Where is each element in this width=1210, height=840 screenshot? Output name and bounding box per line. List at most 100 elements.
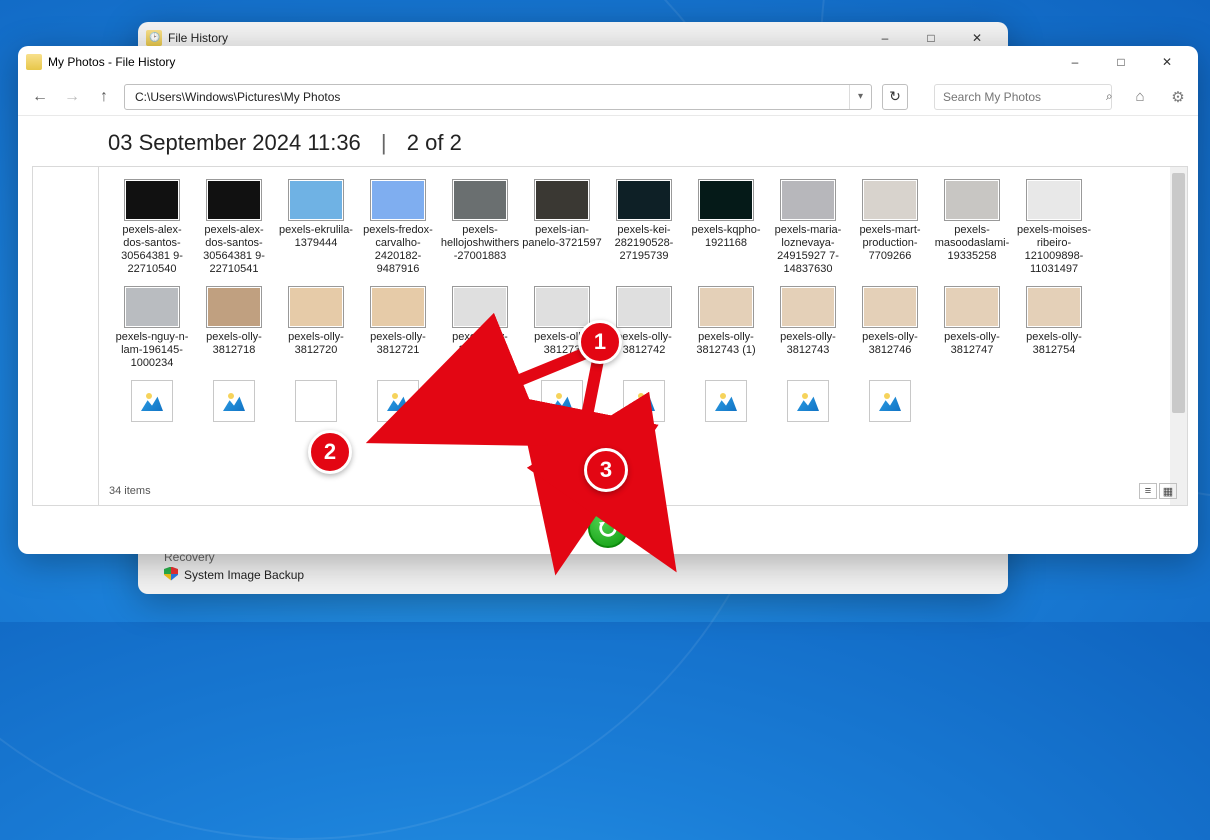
image-file-icon (377, 380, 419, 422)
file-item[interactable] (849, 378, 931, 426)
forward-button[interactable]: → (60, 85, 84, 109)
file-item[interactable] (603, 378, 685, 426)
scroll-thumb[interactable] (1172, 173, 1185, 413)
file-item[interactable]: pexels-olly-3812720 (275, 284, 357, 374)
file-name: pexels-olly-3812743 (768, 331, 848, 357)
file-item[interactable]: pexels-alex-dos-santos-30564381 9-227105… (193, 177, 275, 280)
thumbnail (534, 179, 590, 221)
file-item[interactable] (439, 378, 521, 426)
file-item[interactable]: pexels-masoodaslami-19335258 (931, 177, 1013, 280)
file-item[interactable]: pexels-olly-3812731 (439, 284, 521, 374)
file-name: pexels-olly-3812747 (932, 331, 1012, 357)
page-info: 2 of 2 (407, 130, 462, 155)
thumbnail (780, 179, 836, 221)
file-item[interactable]: pexels-fredox-carvalho-2420182-9487916 (357, 177, 439, 280)
file-item[interactable]: pexels-olly-3812743 (767, 284, 849, 374)
shield-icon (164, 567, 178, 581)
front-window-title: My Photos - File History (48, 55, 175, 69)
next-version-button[interactable] (630, 516, 670, 540)
file-name: pexels-maria-loznevaya-24915927 7-148376… (768, 224, 848, 276)
thumbnail (370, 179, 426, 221)
file-history-folder-window: My Photos - File History – □ ✕ ← → ↑ ▾ ↻… (18, 46, 1198, 554)
file-item[interactable] (767, 378, 849, 426)
file-item[interactable]: pexels-kei-282190528-27195739 (603, 177, 685, 280)
file-item[interactable]: pexels-kqpho-1921168 (685, 177, 767, 280)
image-file-icon (869, 380, 911, 422)
file-pane[interactable]: pexels-alex-dos-santos-30564381 9-227105… (98, 166, 1188, 506)
file-item[interactable]: pexels-mart-production-7709266 (849, 177, 931, 280)
image-file-icon (541, 380, 583, 422)
file-name: pexels-olly-3812754 (1014, 331, 1094, 357)
file-item[interactable]: pexels-olly-3812743 (1) (685, 284, 767, 374)
up-button[interactable]: ↑ (92, 85, 116, 109)
file-item[interactable] (275, 378, 357, 426)
thumbnail (944, 179, 1000, 221)
folder-icon (26, 54, 42, 70)
file-name: pexels-kei-282190528-27195739 (604, 224, 684, 263)
address-input[interactable] (125, 85, 849, 109)
file-item[interactable]: pexels-olly-3812746 (849, 284, 931, 374)
timestamp: 03 September 2024 11:36 (108, 130, 361, 155)
file-item[interactable]: pexels-olly-3812718 (193, 284, 275, 374)
file-item[interactable]: pexels-alex-dos-santos-30564381 9-227105… (111, 177, 193, 280)
search-box[interactable]: ⌕ (934, 84, 1112, 110)
address-dropdown-icon[interactable]: ▾ (849, 85, 871, 109)
file-item[interactable]: pexels-olly-3812747 (931, 284, 1013, 374)
home-icon[interactable]: ⌂ (1130, 87, 1150, 107)
address-bar[interactable]: ▾ (124, 84, 872, 110)
file-name: pexels-olly-3812746 (850, 331, 930, 357)
back-window-title: File History (168, 31, 228, 45)
image-file-icon (705, 380, 747, 422)
previous-version-button[interactable] (546, 516, 586, 540)
toolbar: ← → ↑ ▾ ↻ ⌕ ⌂ ⚙ (18, 78, 1198, 116)
file-item[interactable]: pexels-hellojoshwithers-27001883 (439, 177, 521, 280)
file-name: pexels-olly-381273 (522, 331, 602, 357)
restore-button[interactable] (588, 508, 628, 548)
thumbnail (698, 179, 754, 221)
thumbnail (534, 286, 590, 328)
file-item[interactable] (521, 378, 603, 426)
file-name: pexels-alex-dos-santos-30564381 9-227105… (194, 224, 274, 276)
file-item[interactable]: pexels-olly-381273 (521, 284, 603, 374)
thumbnail (698, 286, 754, 328)
file-item[interactable] (111, 378, 193, 426)
file-item[interactable]: pexels-ekrulila-1379444 (275, 177, 357, 280)
file-item[interactable] (193, 378, 275, 426)
file-item[interactable]: pexels-moises-ribeiro-121009898-11031497 (1013, 177, 1095, 280)
sidebar-item-system-image-backup[interactable]: System Image Backup (164, 567, 996, 582)
file-item[interactable]: pexels-olly-3812754 (1013, 284, 1095, 374)
thumbnail (862, 179, 918, 221)
file-name: pexels-ekrulila-1379444 (276, 224, 356, 250)
file-item[interactable] (357, 378, 439, 426)
maximize-button[interactable]: □ (1098, 46, 1144, 78)
search-input[interactable] (935, 90, 1106, 104)
file-item[interactable]: pexels-olly-3812742 (603, 284, 685, 374)
gear-icon[interactable]: ⚙ (1168, 87, 1188, 107)
file-item[interactable]: pexels-maria-loznevaya-24915927 7-148376… (767, 177, 849, 280)
details-view-button[interactable]: ≡ (1139, 483, 1157, 499)
file-item[interactable]: pexels-olly-3812721 (357, 284, 439, 374)
file-name: pexels-olly-3812742 (604, 331, 684, 357)
file-name: pexels-alex-dos-santos-30564381 9-227105… (112, 224, 192, 276)
refresh-button[interactable]: ↻ (882, 84, 908, 110)
file-item[interactable]: pexels-ian-panelo-3721597 (521, 177, 603, 280)
file-name: pexels-mart-production-7709266 (850, 224, 930, 263)
back-button[interactable]: ← (28, 85, 52, 109)
file-name: pexels-nguy-n-lam-196145-1000234 (112, 331, 192, 370)
thumbnail (288, 286, 344, 328)
image-file-icon (131, 380, 173, 422)
file-item[interactable]: pexels-nguy-n-lam-196145-1000234 (111, 284, 193, 374)
file-name: pexels-masoodaslami-19335258 (932, 224, 1012, 263)
thumbnail (124, 179, 180, 221)
close-button[interactable]: ✕ (1144, 46, 1190, 78)
file-item[interactable] (685, 378, 767, 426)
thumbnail (616, 179, 672, 221)
thumbnail (452, 286, 508, 328)
image-file-icon (459, 380, 501, 422)
file-name: pexels-fredox-carvalho-2420182-9487916 (358, 224, 438, 276)
scrollbar[interactable] (1170, 167, 1187, 505)
thumbnails-view-button[interactable]: ▦ (1159, 483, 1177, 499)
minimize-button[interactable]: – (1052, 46, 1098, 78)
thumbnail (862, 286, 918, 328)
thumbnail (1026, 179, 1082, 221)
